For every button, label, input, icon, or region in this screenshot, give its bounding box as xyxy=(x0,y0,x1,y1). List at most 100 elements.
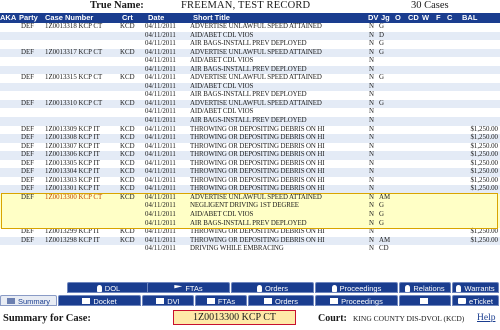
cell-balance: $1,250.00 xyxy=(470,228,498,236)
col-short-title[interactable]: Short Title xyxy=(193,13,230,23)
cell-dv: N xyxy=(369,40,374,48)
col-o[interactable]: O xyxy=(395,13,401,23)
tab-dvi[interactable]: DVI xyxy=(142,295,194,306)
tab-participants[interactable]: Participants xyxy=(399,295,451,317)
table-row[interactable]: DEF 1Z0013309 KCP IT KCD 04/11/2011 THROWING… xyxy=(0,126,500,135)
tab-orders[interactable]: Orders xyxy=(248,295,314,306)
cell-case-number: 1Z0013307 KCP IT xyxy=(45,142,100,150)
col-jg[interactable]: Jg xyxy=(381,13,390,23)
table-row[interactable]: 04/11/2011 AIR BAGS-INSTALL PREV DEPLOYED… xyxy=(0,117,500,126)
table-row[interactable]: DEF 1Z0013318 KCP CT KCD 04/11/2011 ADVERTIS… xyxy=(0,23,500,32)
tab-docket[interactable]: Docket xyxy=(58,295,141,306)
cell-date: 04/11/2011 xyxy=(145,236,176,244)
table-row[interactable]: DEF 1Z0013304 KCP IT KCD 04/11/2011 THROWING… xyxy=(0,168,500,177)
table-row[interactable]: DEF 1Z0013305 KCP IT KCD 04/11/2011 THROWING… xyxy=(0,160,500,169)
tab-dol[interactable]: DOL xyxy=(67,282,150,293)
table-row[interactable]: DEF 1Z0013303 KCP IT KCD 04/11/2011 THROWING… xyxy=(0,177,500,186)
cell-dv: N xyxy=(369,57,374,65)
cell-short-title: THROWING OR DEPOSITING DEBRIS ON HI xyxy=(190,228,325,236)
table-row[interactable]: DEF 1Z0013310 KCP CT KCD 04/11/2011 ADVERTIS… xyxy=(0,99,500,109)
table-row[interactable]: 04/11/2011 AIR BAGS-INSTALL PREV DEPLOYED… xyxy=(0,40,500,49)
person-icon xyxy=(257,284,263,292)
cell-court: KCD xyxy=(120,159,135,167)
cell-date: 04/11/2011 xyxy=(145,125,176,133)
col-w[interactable]: W xyxy=(422,13,429,23)
tab-orders[interactable]: Orders xyxy=(231,282,314,293)
cell-date: 04/11/2011 xyxy=(145,117,176,125)
tab-label: Relations xyxy=(413,284,445,293)
cell-dv: N xyxy=(369,91,374,99)
tab-proceedings[interactable]: Proceedings xyxy=(315,282,398,293)
person-icon xyxy=(405,284,411,292)
tab-relations[interactable]: Relations xyxy=(399,282,451,293)
cell-court: KCD xyxy=(120,142,135,150)
table-row[interactable]: 04/11/2011 AIR BAGS-INSTALL PREV DEPLOYED… xyxy=(0,219,500,229)
col-bal[interactable]: BAL xyxy=(462,13,477,23)
table-row[interactable]: 04/11/2011 AID/ABET CDL VIOS N D xyxy=(0,31,500,41)
table-row[interactable]: DEF 1Z0013308 KCP IT KCD 04/11/2011 THROWING… xyxy=(0,134,500,143)
cell-jg: G xyxy=(379,23,384,30)
cell-case-number: 1Z0013318 KCP CT xyxy=(45,23,103,30)
table-row[interactable]: DEF 1Z0013301 KCP IT KCD 04/11/2011 THROWING… xyxy=(0,185,500,194)
table-row[interactable]: DEF 1Z0013298 KCP IT KCD 04/11/2011 THROWING… xyxy=(0,236,500,246)
cell-dv: N xyxy=(369,185,374,193)
tab-summary[interactable]: Summary xyxy=(0,295,57,306)
cell-date: 04/11/2011 xyxy=(145,228,176,236)
tab-ftas[interactable]: FTAs xyxy=(147,282,230,293)
cell-case-number: 1Z0013298 KCP IT xyxy=(45,236,100,244)
table-row[interactable]: DEF 1Z0013315 KCP CT KCD 04/11/2011 ADVERTIS… xyxy=(0,74,500,83)
cell-short-title: DRIVING WHILE EMBRACING xyxy=(190,245,284,253)
col-crt[interactable]: Crt xyxy=(122,13,133,23)
col-f[interactable]: F xyxy=(436,13,441,23)
cell-jg: G xyxy=(379,219,384,227)
cell-date: 04/11/2011 xyxy=(145,134,176,142)
table-row[interactable]: DEF 1Z0013306 KCP IT KCD 04/11/2011 THROWING… xyxy=(0,151,500,160)
table-row[interactable]: 04/11/2011 DRIVING WHILE EMBRACING N CD xyxy=(0,245,500,254)
cell-party: DEF xyxy=(21,236,35,244)
cell-case-number: 1Z0013309 KCP IT xyxy=(45,125,100,133)
tab-eticket[interactable]: eTicket xyxy=(452,295,499,306)
table-row[interactable]: 04/11/2011 AID/ABET CDL VIOS N xyxy=(0,108,500,117)
col-party[interactable]: Party xyxy=(19,13,38,23)
cell-short-title: AID/ABET CDL VIOS xyxy=(190,108,254,116)
table-row[interactable]: 04/11/2011 AID/ABET CDL VIOS N xyxy=(0,57,500,66)
col-cd[interactable]: CD xyxy=(408,13,419,23)
col-dv[interactable]: DV xyxy=(368,13,378,23)
table-row[interactable]: 04/11/2011 AIR BAGS-INSTALL PREV DEPLOYED… xyxy=(0,91,500,100)
table-row[interactable]: 04/11/2011 AID/ABET CDL VIOS N G xyxy=(0,211,500,220)
tab-warrants[interactable]: Warrants xyxy=(452,282,499,293)
table-row[interactable]: DEF 1Z0013300 KCP CT KCD 04/11/2011 ADVERTIS… xyxy=(0,193,500,203)
help-link[interactable]: Help xyxy=(477,313,495,323)
col-case-number[interactable]: Case Number xyxy=(45,13,93,23)
cell-date: 04/11/2011 xyxy=(145,48,176,56)
cell-dv: N xyxy=(369,228,374,236)
cell-balance: $1,250.00 xyxy=(470,134,498,142)
cell-case-number: 1Z0013306 KCP IT xyxy=(45,151,100,159)
col-c[interactable]: C xyxy=(447,13,452,23)
cell-date: 04/11/2011 xyxy=(145,202,176,210)
tab-label: Proceedings xyxy=(341,297,383,306)
case-table: DEF 1Z0013318 KCP CT KCD 04/11/2011 ADVERTIS… xyxy=(0,23,500,254)
cell-short-title: THROWING OR DEPOSITING DEBRIS ON HI xyxy=(190,168,325,176)
cell-balance: $1,250.00 xyxy=(470,185,498,193)
cell-short-title: AIR BAGS-INSTALL PREV DEPLOYED xyxy=(190,40,307,48)
table-row[interactable]: DEF 1Z0013299 KCP IT KCD 04/11/2011 THROWING… xyxy=(0,228,500,237)
tab-label: eTicket xyxy=(469,297,493,306)
cell-party: DEF xyxy=(21,99,35,107)
case-count: 30 Cases xyxy=(411,0,449,11)
tab-proceedings[interactable]: Proceedings xyxy=(315,295,398,306)
col-date[interactable]: Date xyxy=(148,13,164,23)
cell-date: 04/11/2011 xyxy=(145,159,176,167)
table-row[interactable]: DEF 1Z0013317 KCP CT KCD 04/11/2011 ADVERTIS… xyxy=(0,48,500,58)
cell-party: DEF xyxy=(21,48,35,56)
table-row[interactable]: 04/11/2011 AID/ABET CDL VIOS N xyxy=(0,82,500,92)
cell-jg: G xyxy=(379,74,384,82)
table-row[interactable]: DEF 1Z0013307 KCP IT KCD 04/11/2011 THROWING… xyxy=(0,143,500,152)
table-row[interactable]: 04/11/2011 NEGLIGENT DRIVING 1ST DEGREE N G xyxy=(0,202,500,212)
col-aka[interactable]: AKA xyxy=(0,13,16,23)
tab-ftas[interactable]: FTAs xyxy=(195,295,247,306)
person-icon xyxy=(456,284,462,292)
cell-date: 04/11/2011 xyxy=(145,176,176,184)
table-row[interactable]: 04/11/2011 AIR BAGS-INSTALL PREV DEPLOYED… xyxy=(0,65,500,75)
cell-date: 04/11/2011 xyxy=(145,82,176,90)
